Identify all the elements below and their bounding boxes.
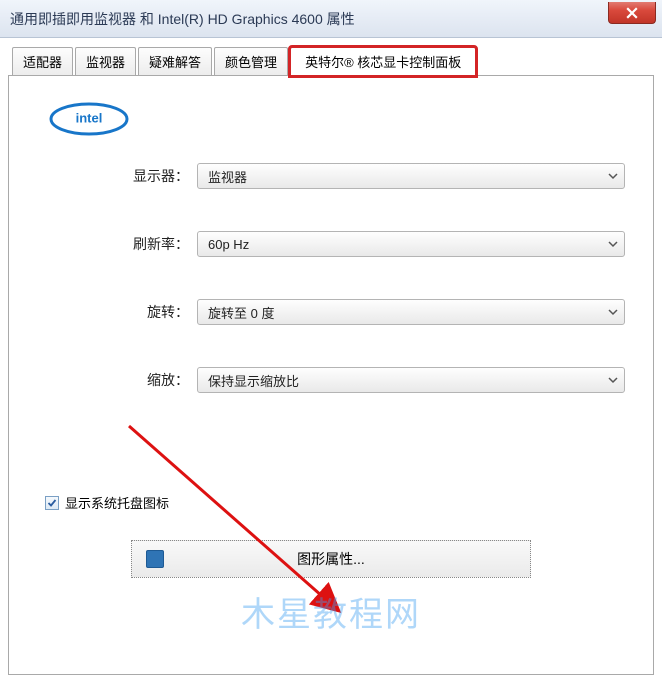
select-rotation-value: 旋转至 0 度 [208, 303, 274, 322]
graphics-button-label: 图形属性... [297, 549, 365, 569]
select-display[interactable]: 监视器 [197, 163, 625, 189]
content-area: 适配器 监视器 疑难解答 颜色管理 英特尔® 核芯显卡控制面板 intel 显示… [0, 38, 662, 675]
tab-monitor[interactable]: 监视器 [75, 47, 136, 76]
checkbox-tray-icon[interactable] [45, 496, 59, 510]
row-rotation: 旋转： 旋转至 0 度 [37, 299, 625, 325]
arrow-annotation [119, 416, 379, 646]
label-tray-icon: 显示系统托盘图标 [65, 493, 169, 512]
close-icon [626, 7, 638, 19]
graphics-icon [146, 550, 164, 568]
select-scaling[interactable]: 保持显示缩放比 [197, 367, 625, 393]
chevron-down-icon [608, 171, 618, 181]
svg-text:intel: intel [76, 111, 103, 126]
chevron-down-icon [608, 307, 618, 317]
label-rotation: 旋转： [37, 302, 197, 322]
chevron-down-icon [608, 239, 618, 249]
tab-troubleshoot[interactable]: 疑难解答 [138, 47, 212, 76]
select-scaling-value: 保持显示缩放比 [208, 371, 299, 390]
select-refresh[interactable]: 60p Hz [197, 231, 625, 257]
graphics-properties-button[interactable]: 图形属性... [131, 540, 531, 578]
row-refresh: 刷新率： 60p Hz [37, 231, 625, 257]
tab-intel-hd-graphics[interactable]: 英特尔® 核芯显卡控制面板 [290, 47, 476, 76]
select-rotation[interactable]: 旋转至 0 度 [197, 299, 625, 325]
label-scaling: 缩放： [37, 370, 197, 390]
row-tray-icon: 显示系统托盘图标 [45, 493, 625, 512]
row-display: 显示器： 监视器 [37, 163, 625, 189]
intel-logo: intel [49, 98, 625, 143]
row-scaling: 缩放： 保持显示缩放比 [37, 367, 625, 393]
tab-color-management[interactable]: 颜色管理 [214, 47, 288, 76]
window-title: 通用即插即用监视器 和 Intel(R) HD Graphics 4600 属性 [10, 9, 355, 29]
chevron-down-icon [608, 375, 618, 385]
select-refresh-value: 60p Hz [208, 237, 249, 252]
tab-panel: intel 显示器： 监视器 刷新率： 60p Hz 旋转： 旋转至 0 度 [8, 75, 654, 675]
close-button[interactable] [608, 2, 656, 24]
tab-adapter[interactable]: 适配器 [12, 47, 73, 76]
check-icon [47, 498, 57, 508]
label-refresh: 刷新率： [37, 234, 197, 254]
label-display: 显示器： [37, 166, 197, 186]
tabstrip: 适配器 监视器 疑难解答 颜色管理 英特尔® 核芯显卡控制面板 [8, 46, 654, 75]
titlebar: 通用即插即用监视器 和 Intel(R) HD Graphics 4600 属性 [0, 0, 662, 38]
watermark: 木星教程网 [241, 587, 421, 636]
select-display-value: 监视器 [208, 167, 247, 186]
